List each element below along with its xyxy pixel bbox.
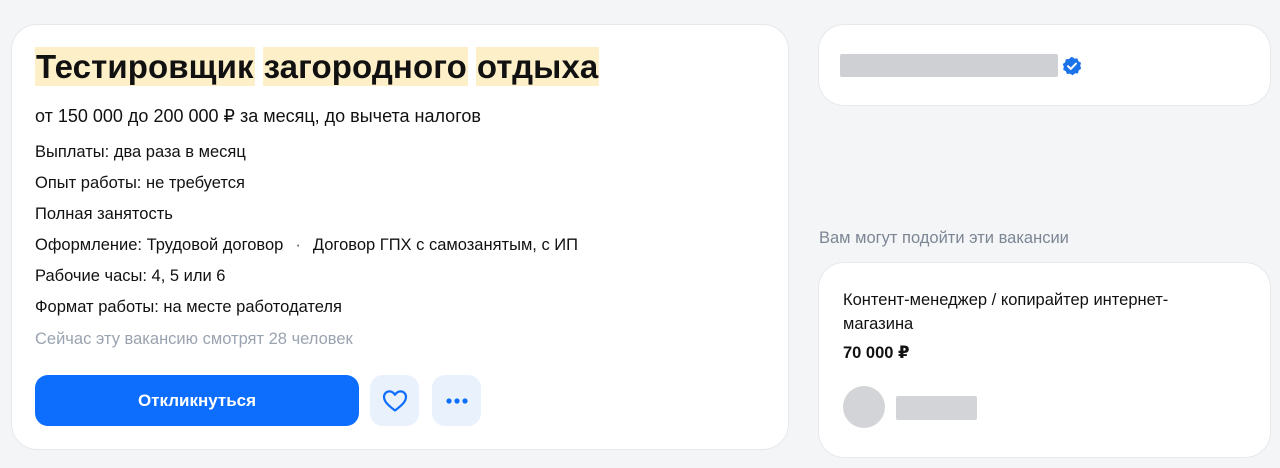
registration-main: Оформление: Трудовой договор [35,236,284,254]
detail-work-format: Формат работы: на месте работодателя [35,298,342,316]
suggested-vacancy-card[interactable]: Контент-менеджер / копирайтер интернет-м… [818,262,1271,458]
company-avatar [843,386,885,428]
more-dots-icon [445,397,468,404]
registration-alt: Договор ГПХ с самозанятым, с ИП [312,236,579,254]
apply-button[interactable]: Откликнуться [35,375,359,426]
company-name-placeholder [896,396,977,420]
more-button[interactable] [432,375,481,426]
suggestions-heading: Вам могут подойти эти вакансии [819,229,1069,247]
watching-count: Сейчас эту вакансию смотрят 28 человек [35,330,353,348]
vacancy-card: Тестировщик загородного отдыха от 150 000 … [11,24,789,450]
salary-range: от 150 000 до 200 000 ₽ за месяц, до выч… [35,106,481,126]
detail-employment: Полная занятость [35,205,173,223]
verified-check-icon [1062,56,1082,76]
title-word: Тестировщик [35,47,255,86]
detail-registration: Оформление: Трудовой договор · Договор ГПХ… [35,234,578,256]
employer-card[interactable] [818,24,1271,106]
suggested-vacancy-price: 70 000 ₽ [843,344,910,362]
vacancy-title: Тестировщик загородного отдыха [35,45,600,89]
favorite-button[interactable] [370,375,419,426]
registration-separator: · [295,236,301,254]
title-word: загородного [262,47,468,86]
suggested-vacancy-title[interactable]: Контент-менеджер / копирайтер интернет-м… [843,288,1223,336]
detail-experience: Опыт работы: не требуется [35,174,245,192]
employer-name-placeholder[interactable] [840,54,1058,77]
heart-icon [382,389,407,412]
detail-hours: Рабочие часы: 4, 5 или 6 [35,267,226,285]
detail-payouts: Выплаты: два раза в месяц [35,143,246,161]
title-word: отдыха [475,47,600,86]
